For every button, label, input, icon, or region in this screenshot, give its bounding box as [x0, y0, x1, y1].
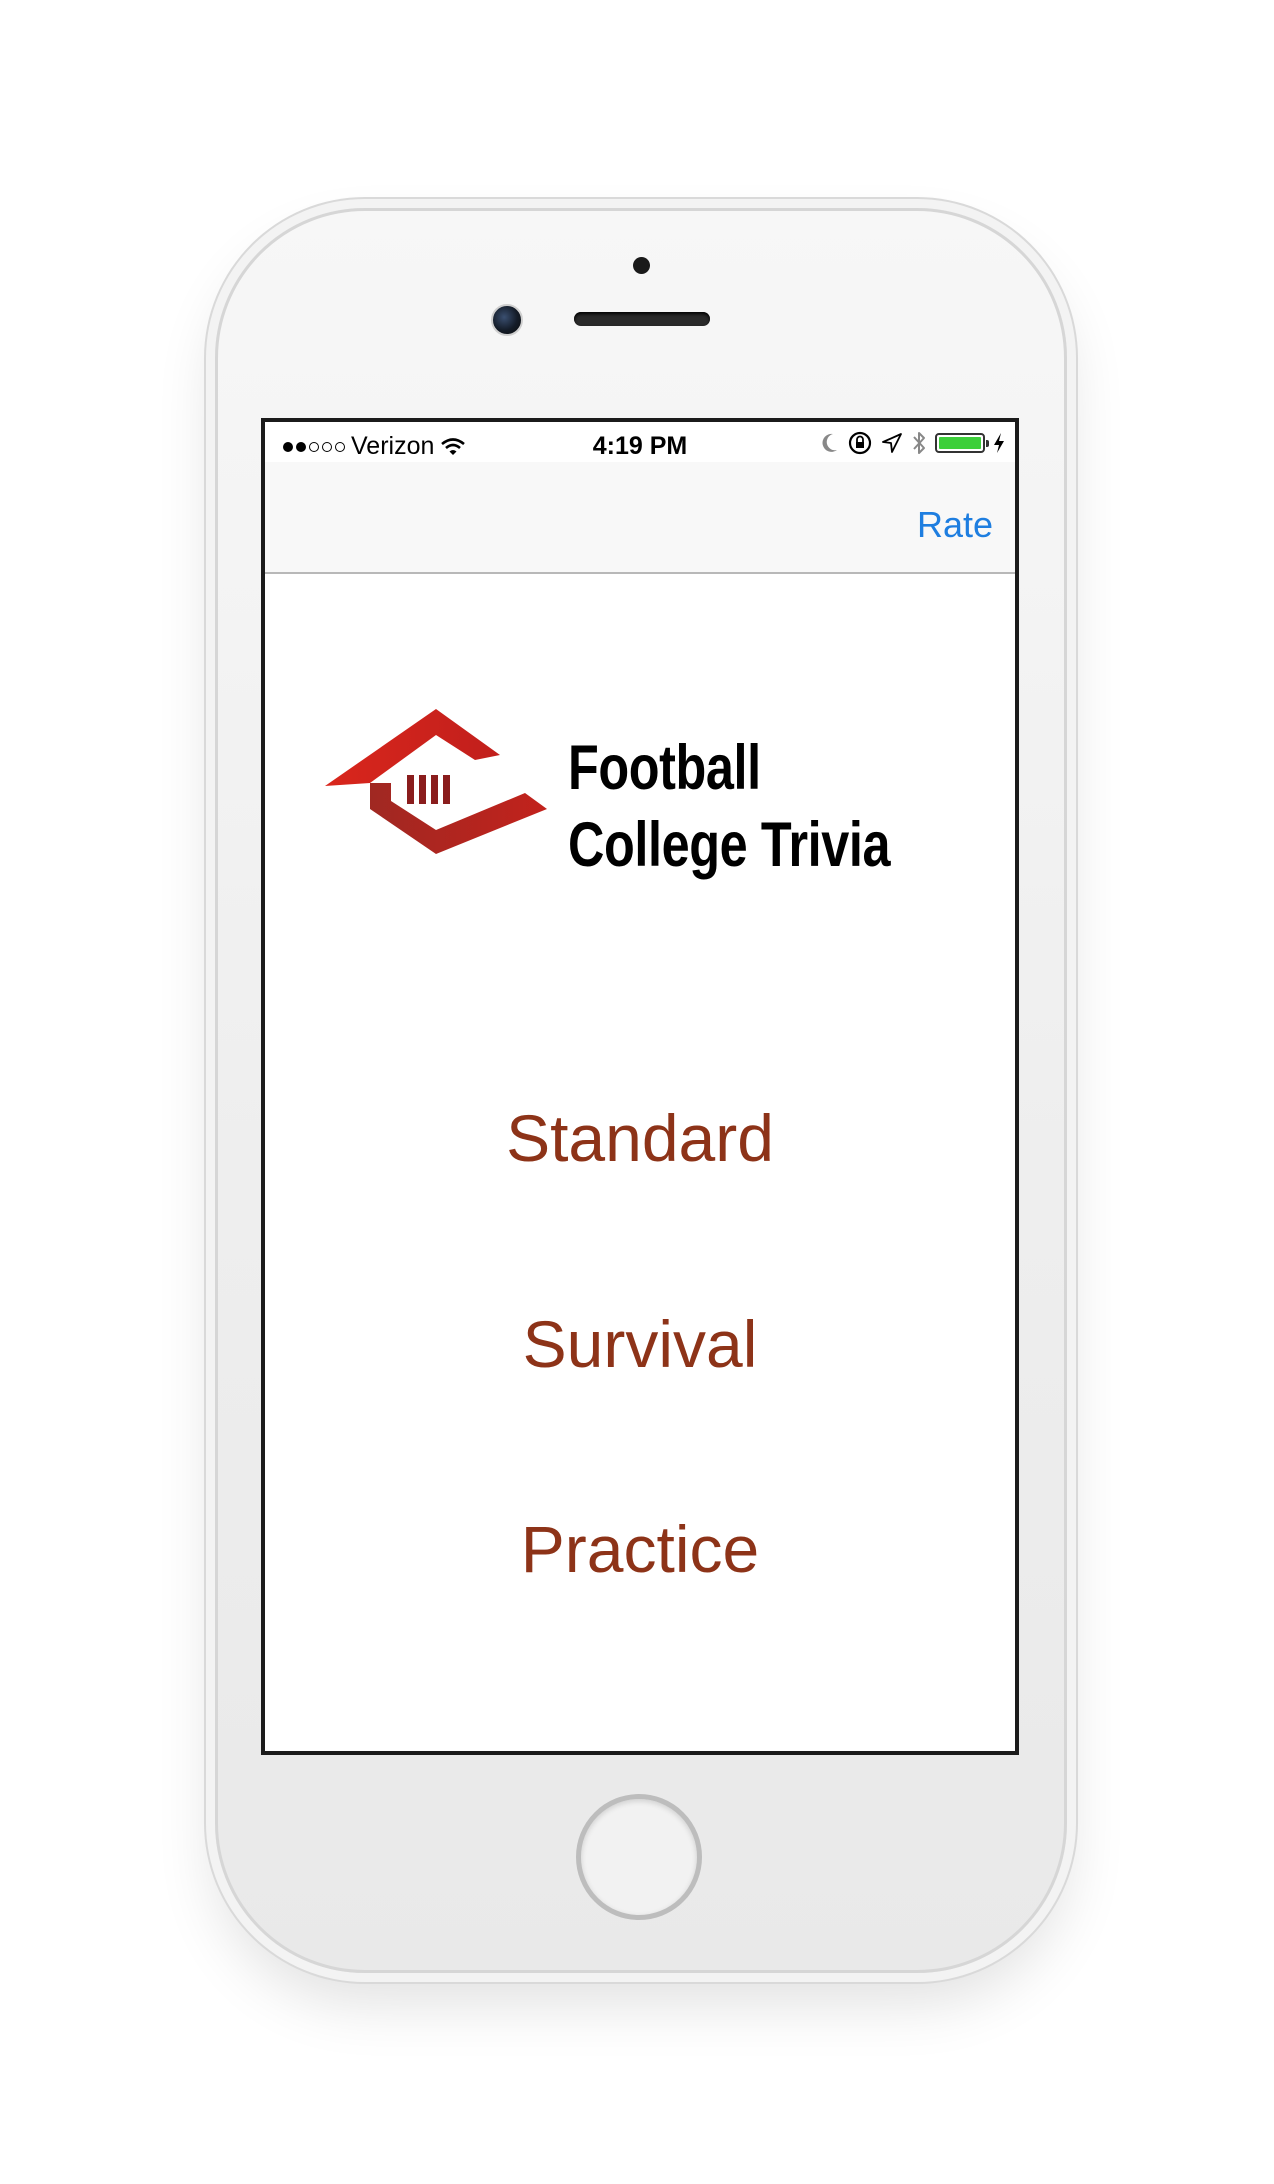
app-title-line1: Football: [568, 733, 761, 803]
volume-up-button: [204, 584, 212, 714]
survival-mode-button[interactable]: Survival: [265, 1306, 1015, 1382]
earpiece-speaker: [574, 312, 710, 326]
practice-mode-button[interactable]: Practice: [265, 1511, 1015, 1587]
standard-mode-button[interactable]: Standard: [265, 1100, 1015, 1176]
location-arrow-icon: [882, 433, 902, 453]
proximity-sensor: [633, 257, 650, 274]
status-bar: Verizon 4:19 PM: [265, 422, 1015, 462]
app-title: Football College Trivia: [568, 730, 891, 884]
mute-switch: [204, 432, 212, 500]
app-logo-icon: [325, 709, 547, 854]
bluetooth-icon: [913, 432, 925, 454]
rotation-lock-icon: [848, 431, 872, 455]
battery-level: [939, 437, 981, 449]
rate-button[interactable]: Rate: [917, 504, 993, 546]
app-screen: Verizon 4:19 PM Rate Football College Tr…: [261, 418, 1019, 1755]
app-title-line2: College Trivia: [568, 810, 891, 880]
navigation-bar: Rate: [265, 462, 1015, 574]
charging-bolt-icon: [994, 433, 1004, 453]
battery-nub: [986, 440, 989, 447]
status-right: [821, 430, 1005, 456]
moon-icon: [822, 433, 837, 452]
front-camera: [491, 304, 523, 336]
battery-icon: [935, 433, 989, 453]
volume-down-button: [204, 744, 212, 874]
home-button[interactable]: [576, 1794, 702, 1920]
